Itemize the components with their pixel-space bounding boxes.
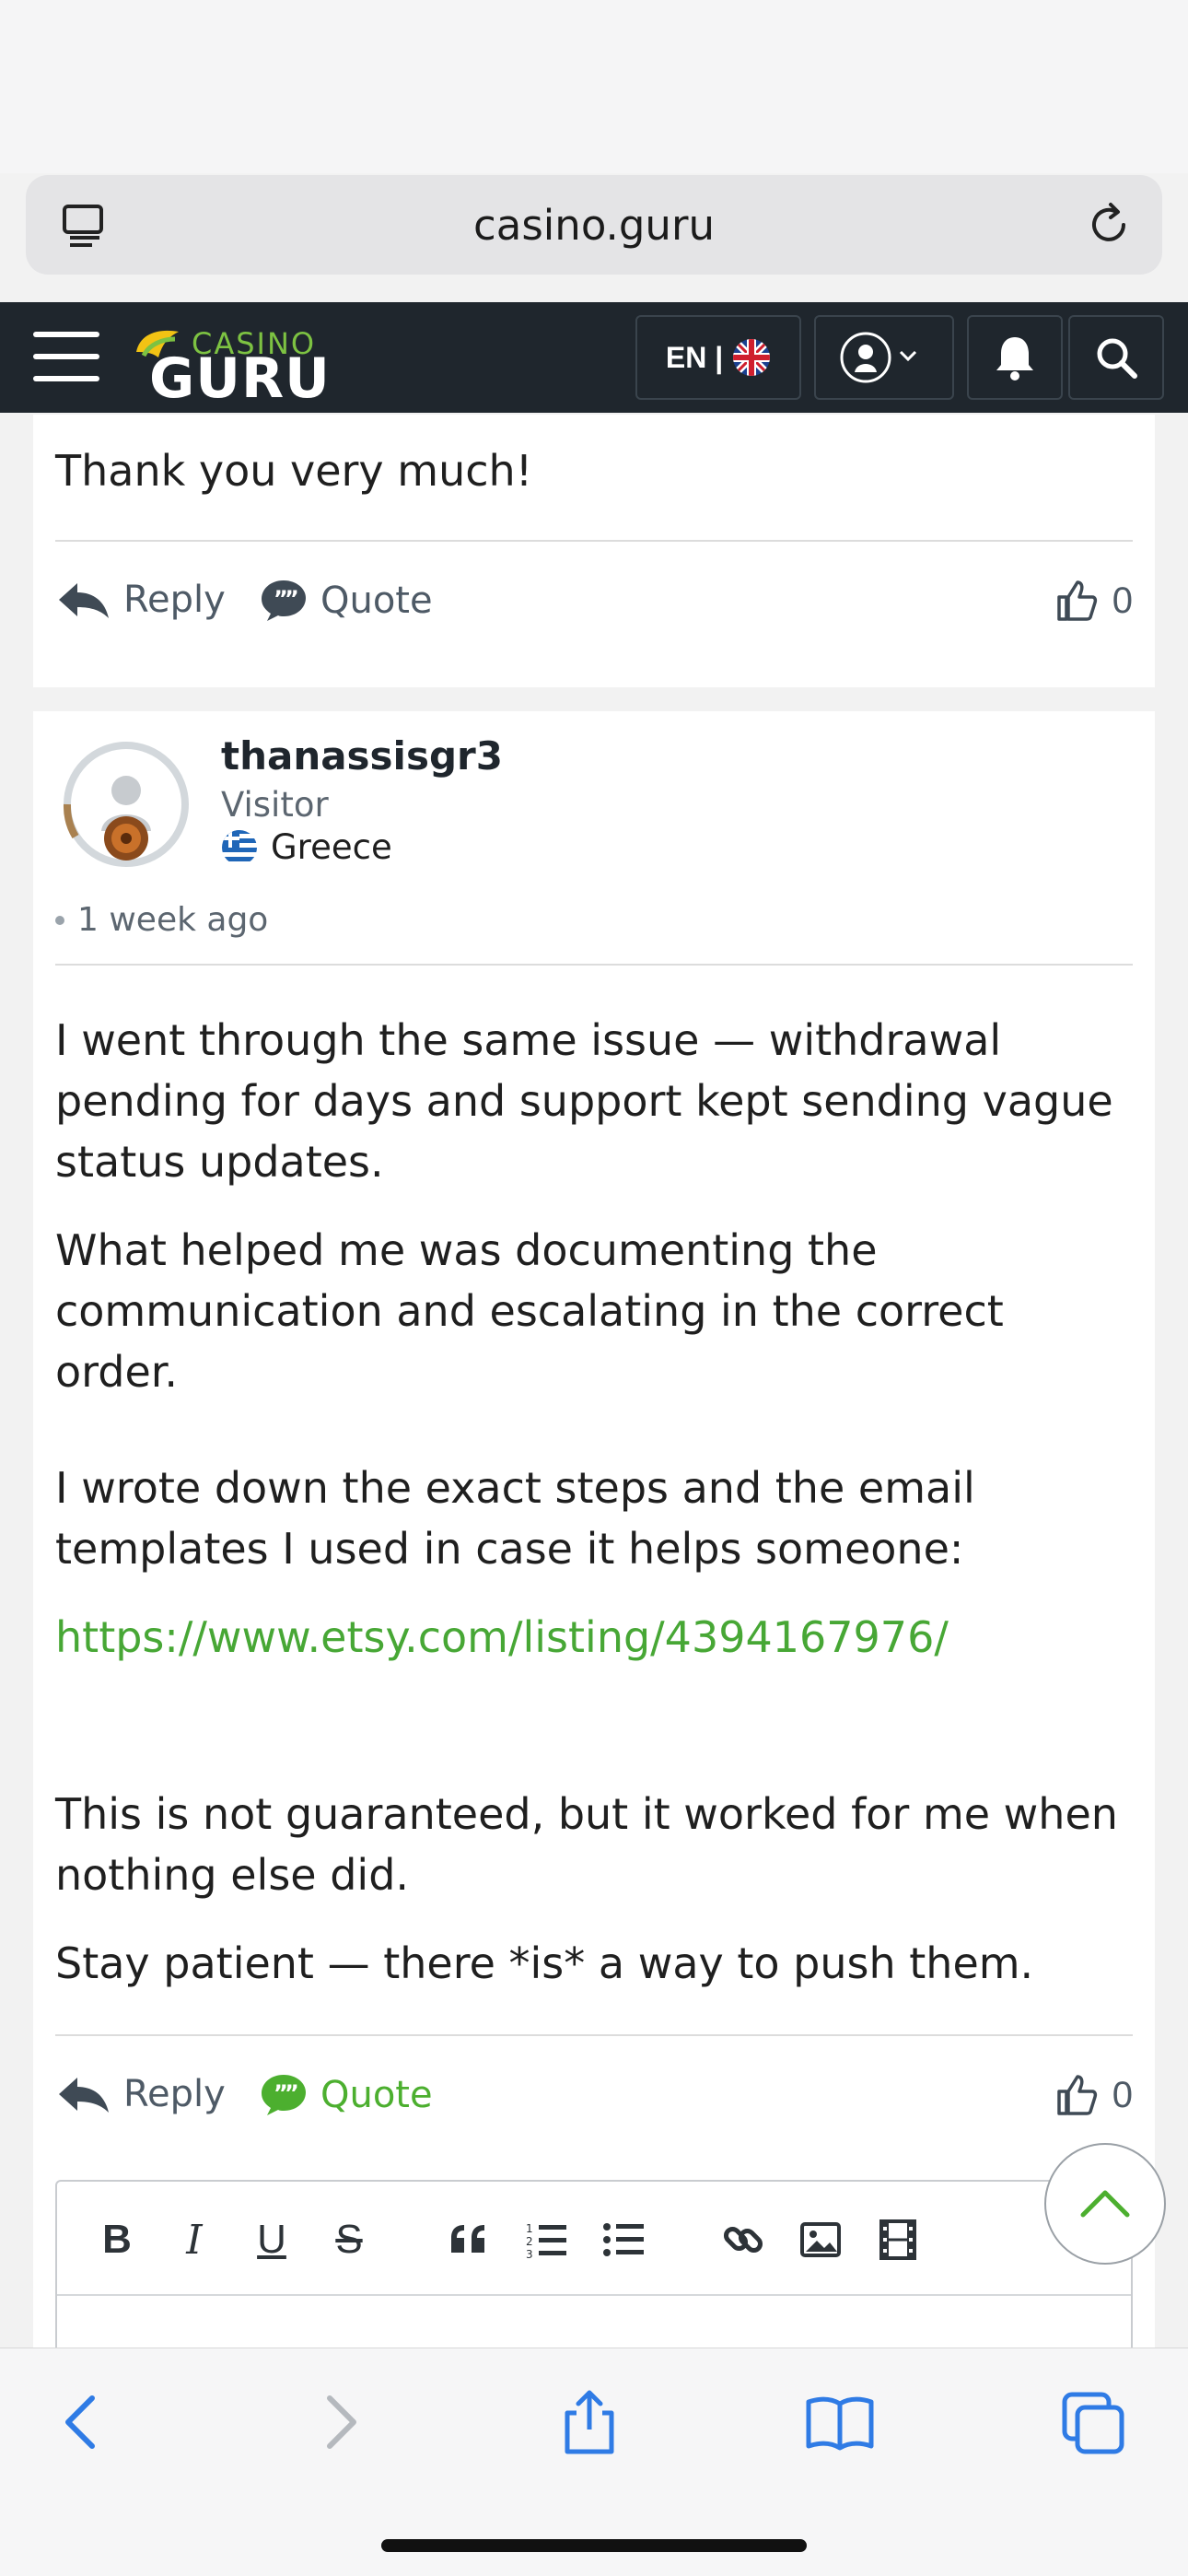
italic-button[interactable]: I: [171, 2217, 217, 2264]
reply-editor[interactable]: B I U S 123: [55, 2180, 1133, 2364]
svg-text:3: 3: [526, 2248, 533, 2258]
forward-icon[interactable]: [302, 2385, 376, 2459]
quote-label: Quote: [320, 2074, 433, 2116]
search-button[interactable]: [1068, 315, 1164, 400]
post-paragraph: This is not guaranteed, but it worked fo…: [55, 1789, 1118, 1900]
casino-guru-logo[interactable]: CASINO GURU: [131, 319, 330, 411]
svg-text:”: ”: [285, 2080, 299, 2106]
divider: [55, 2034, 1133, 2036]
quote-icon: ””: [262, 2075, 306, 2115]
greece-flag-icon: [222, 829, 257, 865]
like-count: 0: [1112, 580, 1133, 621]
post-text: Thank you very much!: [55, 446, 533, 496]
bold-button[interactable]: B: [94, 2217, 140, 2263]
strikethrough-button[interactable]: S: [326, 2217, 372, 2263]
video-button[interactable]: [875, 2217, 921, 2263]
reply-icon: [59, 583, 109, 618]
uk-flag-icon: [733, 339, 771, 376]
quote-button[interactable]: ”” Quote: [260, 2073, 433, 2117]
svg-text:1: 1: [526, 2222, 533, 2235]
image-icon: [800, 2222, 841, 2257]
divider: [55, 540, 1133, 542]
post-paragraph: What helped me was documenting the commu…: [55, 1225, 1004, 1397]
bullet-list-icon: [603, 2223, 644, 2256]
username[interactable]: thanassisgr3: [221, 733, 503, 779]
site-navbar: CASINO GURU EN |: [0, 302, 1188, 413]
quote-label: Quote: [320, 580, 433, 622]
address-bar[interactable]: casino.guru: [26, 175, 1162, 275]
quote-icon: [451, 2225, 484, 2253]
bullet: [55, 915, 64, 925]
reply-label: Reply: [123, 579, 226, 621]
user-role: Visitor: [221, 785, 329, 825]
home-indicator: [381, 2539, 807, 2552]
back-icon[interactable]: [46, 2385, 120, 2459]
thumbs-up-icon: [1057, 580, 1097, 621]
thumbs-up-icon: [1057, 2075, 1097, 2115]
user-country: Greece: [221, 827, 392, 867]
like-button[interactable]: 0: [1055, 2073, 1133, 2117]
reply-button[interactable]: Reply: [55, 579, 226, 621]
menu-icon[interactable]: [33, 332, 99, 383]
country-name: Greece: [271, 827, 392, 867]
unordered-list-button[interactable]: [600, 2217, 646, 2263]
user-menu-button[interactable]: [814, 315, 954, 400]
svg-text:2: 2: [526, 2235, 533, 2248]
share-icon[interactable]: [553, 2385, 626, 2459]
film-icon: [879, 2219, 916, 2260]
bell-icon: [996, 337, 1033, 381]
scroll-to-top-button[interactable]: [1044, 2143, 1166, 2265]
language-label: EN |: [665, 340, 724, 374]
post-time-text: 1 week ago: [77, 901, 269, 939]
tabs-icon[interactable]: [1057, 2385, 1131, 2459]
divider: [55, 964, 1133, 966]
svg-text:”: ”: [285, 586, 299, 612]
post-paragraph: I went through the same issue — withdraw…: [55, 1015, 1113, 1187]
image-button[interactable]: [798, 2217, 844, 2263]
logo-guru-text: GURU: [149, 346, 331, 411]
url-text[interactable]: casino.guru: [473, 201, 715, 250]
reply-icon: [59, 2078, 109, 2113]
quote-icon: ””: [262, 580, 306, 621]
editor-toolbar: B I U S 123: [57, 2182, 1131, 2296]
post-link[interactable]: https://www.etsy.com/listing/4394167976/: [55, 1607, 949, 1668]
chevron-up-icon: [1080, 2190, 1130, 2218]
like-count: 0: [1112, 2074, 1133, 2115]
like-button[interactable]: 0: [1055, 579, 1133, 623]
user-avatar[interactable]: [61, 739, 192, 870]
reader-icon[interactable]: [59, 201, 109, 251]
status-area: [0, 0, 1188, 173]
post-paragraph: Stay patient — there *is* a way to push …: [55, 1938, 1034, 1988]
reload-icon[interactable]: [1081, 197, 1136, 252]
link-button[interactable]: [720, 2217, 766, 2263]
search-icon: [1097, 338, 1137, 379]
link-icon: [723, 2226, 763, 2254]
notifications-button[interactable]: [967, 315, 1063, 400]
post-paragraph: I wrote down the exact steps and the ema…: [55, 1463, 975, 1574]
ordered-list-icon: 123: [526, 2222, 566, 2258]
language-selector[interactable]: EN |: [635, 315, 801, 400]
quote-button[interactable]: ”” Quote: [260, 579, 433, 623]
post-time: 1 week ago: [55, 901, 268, 939]
user-avatar-icon: [840, 332, 917, 383]
underline-button[interactable]: U: [249, 2217, 295, 2263]
ordered-list-button[interactable]: 123: [523, 2217, 569, 2263]
reply-button[interactable]: Reply: [55, 2073, 226, 2115]
bookmarks-icon[interactable]: [803, 2385, 877, 2459]
reply-label: Reply: [123, 2073, 226, 2115]
blockquote-button[interactable]: [446, 2217, 492, 2263]
